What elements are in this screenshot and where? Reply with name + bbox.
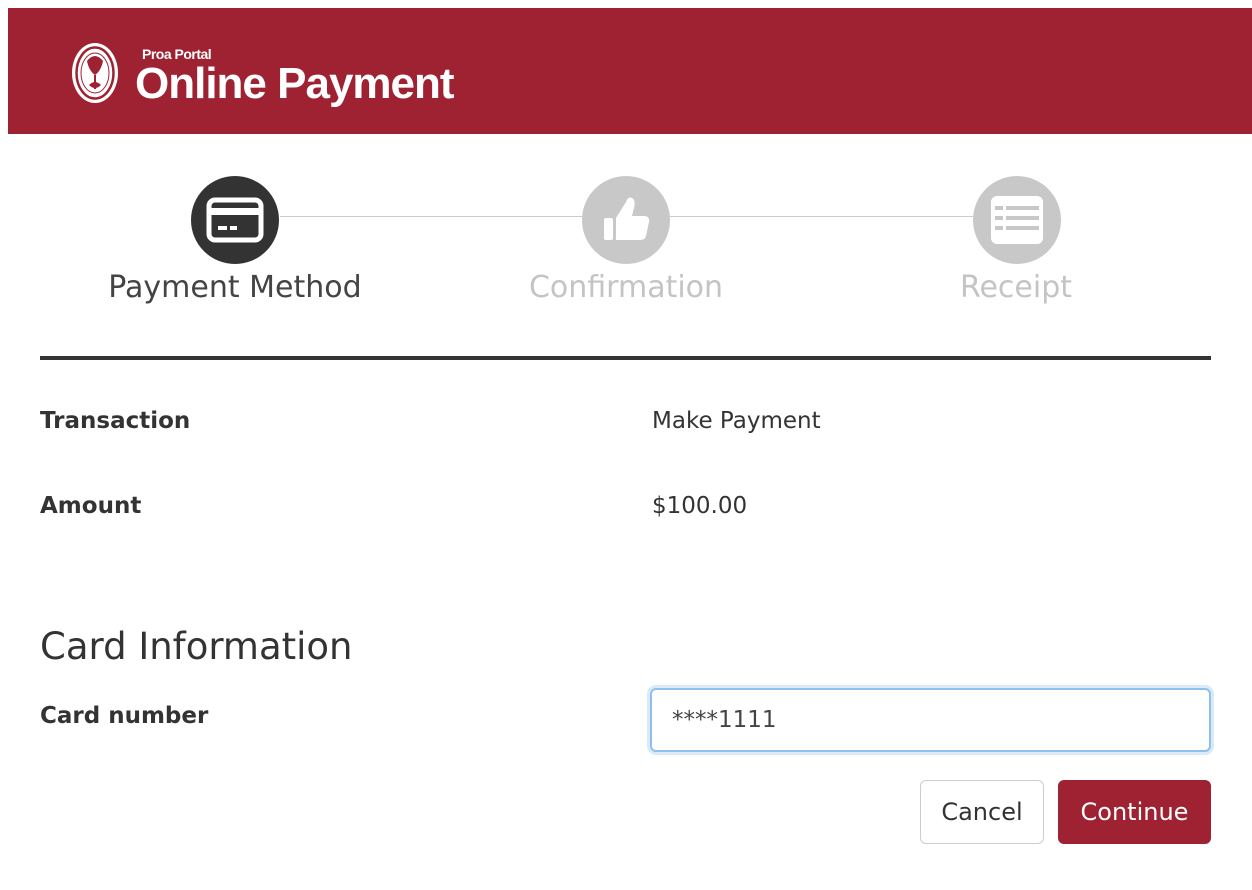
card-number-input[interactable] (650, 688, 1211, 752)
step-connector-2 (670, 216, 973, 217)
thumbs-up-icon (604, 197, 650, 240)
online-payment-page: Proa Portal Online Payment Payment Metho… (0, 0, 1252, 890)
step-2-label: Confirmation (528, 270, 724, 305)
step-connector-1 (280, 216, 582, 217)
section-divider (40, 356, 1211, 360)
brand-title: Online Payment (135, 59, 455, 108)
credit-card-icon (206, 197, 264, 243)
list-icon (991, 196, 1043, 244)
amount-value: $100.00 (652, 493, 748, 519)
card-number-label: Card number (40, 703, 209, 729)
amount-label: Amount (40, 493, 142, 519)
step-3-label: Receipt (959, 270, 1073, 305)
step-3-circle (973, 176, 1061, 264)
card-information-title: Card Information (40, 625, 353, 668)
step-1-circle (191, 176, 279, 264)
transaction-label: Transaction (40, 408, 191, 434)
step-1-label: Payment Method (108, 270, 362, 305)
transaction-value: Make Payment (652, 408, 821, 434)
cancel-button[interactable]: Cancel (920, 780, 1044, 844)
step-2-circle (582, 176, 670, 264)
continue-button[interactable]: Continue (1058, 780, 1211, 844)
seal-logo-icon (72, 43, 118, 103)
header-banner: Proa Portal Online Payment (8, 8, 1252, 134)
